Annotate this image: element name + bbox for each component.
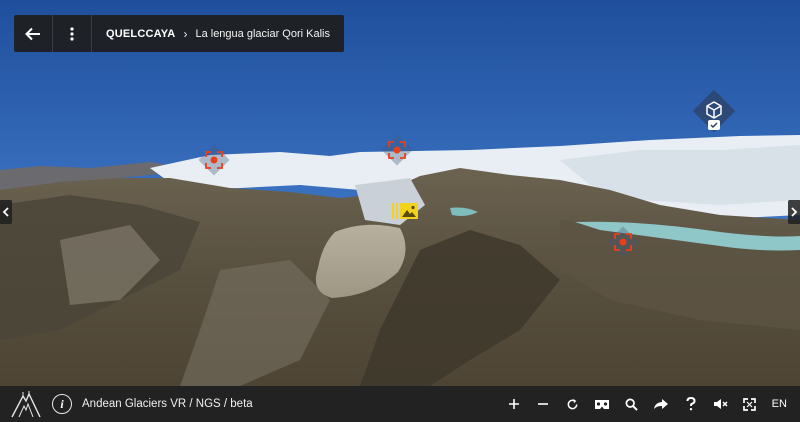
plus-icon [508, 399, 519, 409]
zoom-out-button[interactable] [529, 386, 559, 422]
rotate-icon [567, 398, 578, 409]
breadcrumb-separator: › [183, 26, 188, 41]
breadcrumb-current: La lengua glaciar Qori Kalis [195, 27, 330, 40]
hotspot-target-1[interactable] [198, 144, 230, 176]
zoom-in-button[interactable] [499, 386, 529, 422]
panorama-viewer[interactable] [0, 0, 800, 386]
app-title: Andean Glaciers VR / NGS / beta [82, 398, 253, 410]
help-button[interactable] [676, 386, 706, 422]
target-hotspot-icon [614, 233, 632, 251]
target-hotspot-icon [205, 151, 223, 169]
bottom-toolbar: i Andean Glaciers VR / NGS / beta EN [0, 386, 800, 422]
photo-gallery-icon [392, 203, 418, 219]
search-button[interactable] [617, 386, 647, 422]
panorama-image [0, 0, 800, 386]
menu-button[interactable] [53, 15, 92, 52]
cube-3d-icon [706, 101, 722, 119]
breadcrumb-root[interactable]: QUELCCAYA [106, 28, 175, 40]
next-scene-button[interactable] [788, 200, 800, 224]
hotspot-target-2[interactable] [381, 134, 413, 166]
info-button[interactable]: i [52, 394, 72, 414]
arrow-left-icon [25, 27, 40, 40]
fullscreen-icon [743, 397, 757, 411]
search-icon [625, 398, 638, 411]
vr-headset-icon [595, 399, 610, 409]
chevron-left-icon [2, 207, 9, 217]
share-icon [654, 399, 669, 409]
back-button[interactable] [14, 15, 53, 52]
rotate-button[interactable] [558, 386, 588, 422]
more-vertical-icon [70, 26, 74, 41]
top-navigation-bar: QUELCCAYA › La lengua glaciar Qori Kalis [14, 15, 344, 52]
help-icon [686, 397, 696, 411]
hotspot-target-3[interactable] [607, 226, 639, 258]
previous-scene-button[interactable] [0, 200, 12, 224]
toolbar-controls: EN [499, 386, 794, 422]
check-icon [708, 120, 720, 130]
minus-icon [538, 403, 549, 405]
breadcrumb: QUELCCAYA › La lengua glaciar Qori Kalis [92, 15, 344, 52]
vr-button[interactable] [588, 386, 618, 422]
chevron-right-icon [791, 207, 798, 217]
mountain-logo-icon[interactable] [10, 386, 42, 422]
mute-button[interactable] [706, 386, 736, 422]
hotspot-photo-gallery[interactable] [392, 202, 418, 220]
fullscreen-button[interactable] [735, 386, 765, 422]
speaker-mute-icon [713, 399, 728, 409]
hotspot-3d-model[interactable] [692, 89, 736, 133]
language-selector[interactable]: EN [765, 386, 795, 422]
target-hotspot-icon [388, 141, 406, 159]
share-button[interactable] [647, 386, 677, 422]
